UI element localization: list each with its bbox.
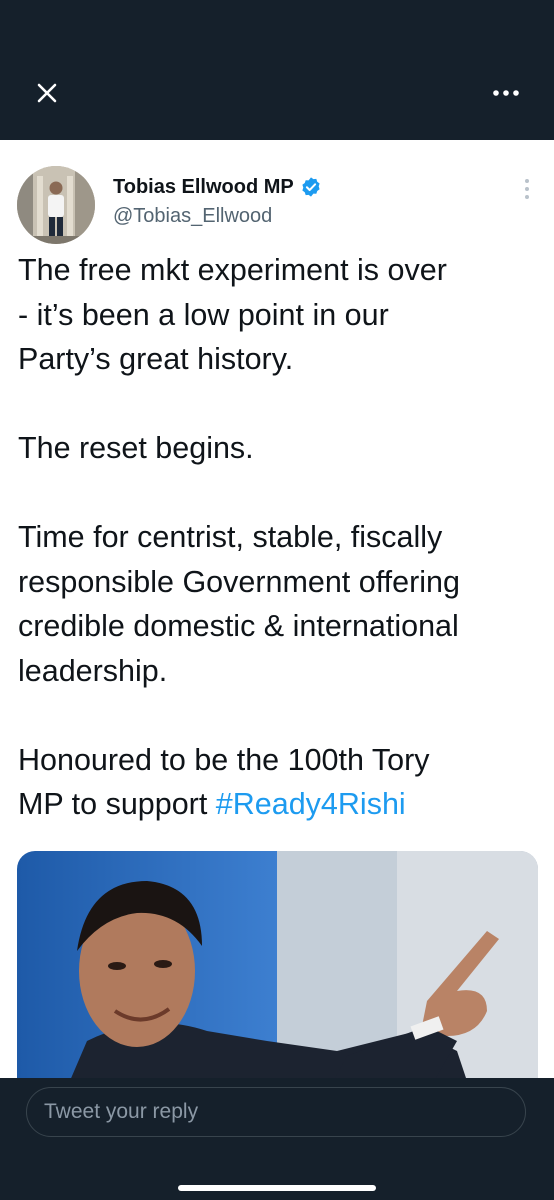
author-block[interactable]: Tobias Ellwood MP @Tobias_Ellwood (113, 173, 322, 228)
tweet-paragraph: Time for centrist, stable, fiscally resp… (18, 520, 460, 688)
tweet-paragraph: The free mkt experiment is over - it’s b… (18, 253, 447, 376)
close-icon[interactable] (34, 80, 60, 106)
tweet: Tobias Ellwood MP @Tobias_Ellwood The fr… (0, 140, 554, 1078)
more-vertical-icon[interactable] (524, 178, 530, 200)
author-name[interactable]: Tobias Ellwood MP (113, 176, 294, 199)
more-horizontal-icon[interactable] (492, 86, 520, 100)
hashtag-link[interactable]: #Ready4Rishi (216, 787, 406, 821)
tweet-media-image[interactable] (17, 851, 538, 1078)
tweet-text: The free mkt experiment is over - it’s b… (18, 248, 538, 827)
reply-input[interactable]: Tweet your reply (26, 1087, 526, 1137)
tweet-paragraph: The reset begins. (18, 431, 254, 465)
reply-bar: Tweet your reply (0, 1078, 554, 1200)
tweet-paragraph: Honoured to be the 100th Tory MP to supp… (18, 738, 538, 827)
author-handle: @Tobias_Ellwood (113, 205, 273, 227)
verified-badge-icon (302, 177, 320, 197)
avatar[interactable] (17, 166, 95, 244)
home-indicator (178, 1185, 376, 1191)
top-bar (0, 0, 554, 140)
